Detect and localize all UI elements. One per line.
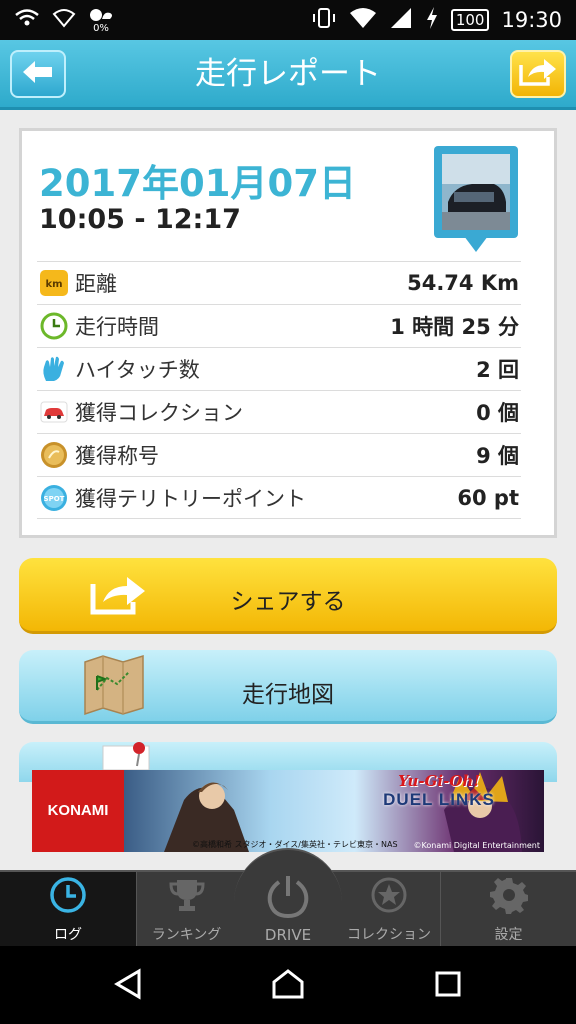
drive-map-button[interactable]: 走行地図 <box>19 650 557 724</box>
cell-signal-icon <box>389 6 413 34</box>
stat-value: 0 個 <box>476 401 519 425</box>
data-saver-icon: 0% <box>88 7 114 34</box>
stat-label: 距離 <box>75 272 117 296</box>
clock-icon <box>49 876 87 918</box>
tab-label: コレクション <box>347 927 431 943</box>
stat-value: 2 回 <box>476 358 519 382</box>
gear-icon <box>489 876 528 918</box>
wifi-calling-icon <box>14 6 40 34</box>
drive-label: DRIVE <box>264 926 312 944</box>
stat-label: 獲得コレクション <box>75 401 243 425</box>
report-card: 2017年01月07日 10:05 - 12:17 km 距離 54.74 Km… <box>19 128 557 538</box>
photo-pin[interactable] <box>432 144 520 256</box>
nav-back-button[interactable] <box>108 966 148 1006</box>
tab-label: ランキング <box>151 927 222 943</box>
clock-icon <box>40 312 68 340</box>
ad-credit-right: ©Konami Digital Entertainment <box>413 841 541 850</box>
stat-value: 54.74 Km <box>407 271 519 295</box>
tab-settings[interactable]: 設定 <box>440 872 576 948</box>
stat-value: 60 pt <box>457 485 519 510</box>
km-badge-text: km <box>45 279 62 290</box>
share-button[interactable]: シェアする <box>19 558 557 634</box>
stat-label: ハイタッチ数 <box>75 358 200 382</box>
tab-log[interactable]: ログ <box>0 872 136 948</box>
ad-brand: KONAMI <box>32 770 124 852</box>
stat-label: 獲得テリトリーポイント <box>75 486 306 511</box>
home-icon <box>271 968 305 1004</box>
wifi-icon <box>349 6 377 34</box>
report-stats: km 距離 54.74 Km 走行時間 1 時間 25 分 ハイタッチ数 2 回… <box>37 261 521 519</box>
pin-icon <box>101 740 151 774</box>
drive-button[interactable]: DRIVE <box>234 848 342 948</box>
report-date: 2017年01月07日 <box>39 162 356 205</box>
car-icon <box>40 398 68 426</box>
stat-row-territory: SPOT 獲得テリトリーポイント 60 pt <box>37 476 521 519</box>
hi-touch-icon <box>40 355 68 383</box>
stat-row-drive-time: 走行時間 1 時間 25 分 <box>37 304 521 347</box>
vibrate-icon <box>311 6 337 34</box>
tab-ranking[interactable]: ランキング <box>136 872 236 948</box>
arrow-left-icon <box>21 59 55 89</box>
system-nav-bar <box>0 946 576 1024</box>
ad-game-title-top: Yu-Gi-Oh! <box>398 772 480 790</box>
status-bar: 0% 100 19:30 <box>0 0 576 40</box>
nav-recents-button[interactable] <box>428 966 468 1006</box>
tab-label: ログ <box>54 927 82 943</box>
app-header: 走行レポート <box>0 40 576 110</box>
tab-label: 設定 <box>494 927 523 943</box>
charging-icon <box>425 6 439 34</box>
ad-logo: Yu-Gi-Oh! DUEL LINKS <box>354 772 524 810</box>
nav-home-button[interactable] <box>268 966 308 1006</box>
ad-artwork: Yu-Gi-Oh! DUEL LINKS ©高橋和希 スタジオ・ダイス/集英社・… <box>124 770 544 852</box>
share-icon <box>518 57 558 91</box>
stat-label: 獲得称号 <box>75 444 159 468</box>
battery-level: 100 <box>450 9 490 31</box>
trophy-icon <box>168 876 206 918</box>
stat-row-hi-touch: ハイタッチ数 2 回 <box>37 347 521 390</box>
medal-icon <box>40 441 68 469</box>
tab-collection[interactable]: コレクション <box>338 872 440 948</box>
square-recents-icon <box>434 970 462 1002</box>
report-time-range: 10:05 - 12:17 <box>39 204 241 235</box>
spot-icon: SPOT <box>40 484 68 512</box>
stat-row-distance: km 距離 54.74 Km <box>37 261 521 304</box>
stat-row-collection: 獲得コレクション 0 個 <box>37 390 521 433</box>
km-icon: km <box>40 269 68 297</box>
page-title: 走行レポート <box>195 56 381 92</box>
stat-label: 走行時間 <box>75 315 159 339</box>
ad-game-title: DUEL LINKS <box>383 790 495 809</box>
ad-banner[interactable]: KONAMI Yu-Gi-Oh! DUEL LINKS ©高橋和希 スタジオ・ダ… <box>32 770 544 852</box>
stat-value: 1 時間 25 分 <box>390 315 519 339</box>
star-icon <box>370 876 408 918</box>
stat-row-titles: 獲得称号 9 個 <box>37 433 521 476</box>
wifi-off-icon <box>52 6 76 34</box>
spot-badge-text: SPOT <box>44 495 65 503</box>
power-icon <box>264 872 312 924</box>
triangle-back-icon <box>113 968 143 1004</box>
status-clock: 19:30 <box>501 8 562 32</box>
stat-value: 9 個 <box>476 444 519 468</box>
share-label: シェアする <box>230 589 346 615</box>
header-share-button[interactable] <box>510 50 566 98</box>
back-button[interactable] <box>10 50 66 98</box>
data-percent: 0% <box>93 22 109 34</box>
drive-map-label: 走行地図 <box>242 682 334 708</box>
